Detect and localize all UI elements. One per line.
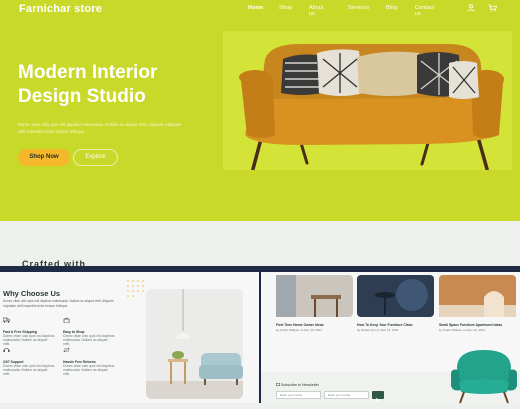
feature-desc: Donec vitae odio quis nisl dapibus males…: [63, 334, 115, 347]
feature-easy-shop: Easy to Shop Donec vitae odio quis nisl …: [63, 317, 115, 347]
feature-returns: Hassle Free Returns Donec vitae odio qui…: [63, 347, 115, 377]
blog-image-3[interactable]: [439, 275, 516, 317]
blog-illustration-2: [375, 279, 428, 315]
blog-title-1[interactable]: First Time Home Owner Ideas: [276, 323, 356, 327]
why-choose-panel: Why Choose Us Donec vitae odio quis nisl…: [0, 272, 259, 403]
blog-image-1[interactable]: [276, 275, 353, 317]
explore-button[interactable]: Explore: [73, 149, 118, 166]
headline-line-2: Design Studio: [18, 86, 146, 107]
feature-desc: Donec vitae odio quis nisl dapibus males…: [3, 334, 55, 347]
brand-dot: .: [102, 3, 106, 15]
nav-services[interactable]: Services: [348, 5, 369, 11]
blog-author-2: by Robert Fox on Dec 15, 2021: [357, 328, 399, 332]
newsletter-name-input[interactable]: Enter your name: [276, 391, 321, 399]
support-icon: [3, 347, 10, 352]
blog-author-3: by Kristin Watson on Dec 12, 2021: [439, 328, 486, 332]
feature-desc: Donec vitae odio quis nisl dapibus males…: [63, 364, 115, 377]
newsletter-title: Subscribe to Newsletter: [276, 383, 319, 387]
brand-logo[interactable]: Farnichar store.: [19, 3, 105, 15]
nav-home[interactable]: Home: [248, 5, 263, 11]
why-title: Why Choose Us: [3, 289, 61, 298]
user-icon[interactable]: [467, 4, 475, 12]
brand-name: Farnichar store: [19, 3, 103, 15]
blog-panel: First Time Home Owner Ideas by Kristin W…: [261, 272, 520, 404]
newsletter-send-button[interactable]: [372, 391, 384, 402]
armchair-image: [451, 350, 517, 404]
cart-icon[interactable]: [488, 4, 497, 12]
hero-section: Farnichar store. Home Shop About us Serv…: [0, 0, 520, 221]
truck-icon: [2, 317, 11, 323]
headline-line-1: Modern Interior: [18, 62, 158, 83]
newsletter-email-input[interactable]: Enter your email: [324, 391, 369, 399]
blog-title-3[interactable]: Small Space Furniture Apartment Ideas: [439, 323, 519, 327]
envelope-icon: [276, 383, 280, 386]
dot-pattern: [127, 280, 144, 297]
blog-author-1: by Kristin Watson on Dec 19, 2021: [276, 328, 323, 332]
nav-contact[interactable]: Contact us: [415, 5, 434, 17]
nav-blog[interactable]: Blog: [386, 5, 397, 11]
hero-paragraph: Donec vitae odio quis nisl dapibus males…: [18, 122, 182, 134]
return-icon: [63, 347, 70, 353]
nav-about[interactable]: About us: [309, 5, 323, 17]
blog-illustration-3: [439, 291, 516, 317]
shop-now-button[interactable]: Shop Now: [18, 149, 70, 166]
newsletter-title-text: Subscribe to Newsletter: [281, 383, 319, 387]
feature-desc: Donec vitae odio quis nisl dapibus males…: [3, 364, 55, 377]
bag-icon: [63, 317, 70, 324]
feature-support: 24/7 Support Donec vitae odio quis nisl …: [3, 347, 55, 377]
feature-shipping: Fast & Free Shipping Donec vitae odio qu…: [2, 317, 55, 347]
blog-image-2[interactable]: [357, 275, 434, 317]
why-paragraph: Donec vitae odio quis nisl dapibus males…: [3, 299, 114, 308]
sofa-illustration: [239, 43, 504, 171]
blog-illustration-1: [276, 275, 341, 317]
blog-title-2[interactable]: How To Keep Your Furniture Clean: [357, 323, 437, 327]
interior-illustration: [146, 289, 243, 399]
sofa-image: [223, 31, 512, 171]
nav-shop[interactable]: Shop: [279, 5, 292, 11]
hero-headline: Modern Interior Design Studio: [18, 61, 218, 109]
interior-photo: [146, 289, 243, 399]
